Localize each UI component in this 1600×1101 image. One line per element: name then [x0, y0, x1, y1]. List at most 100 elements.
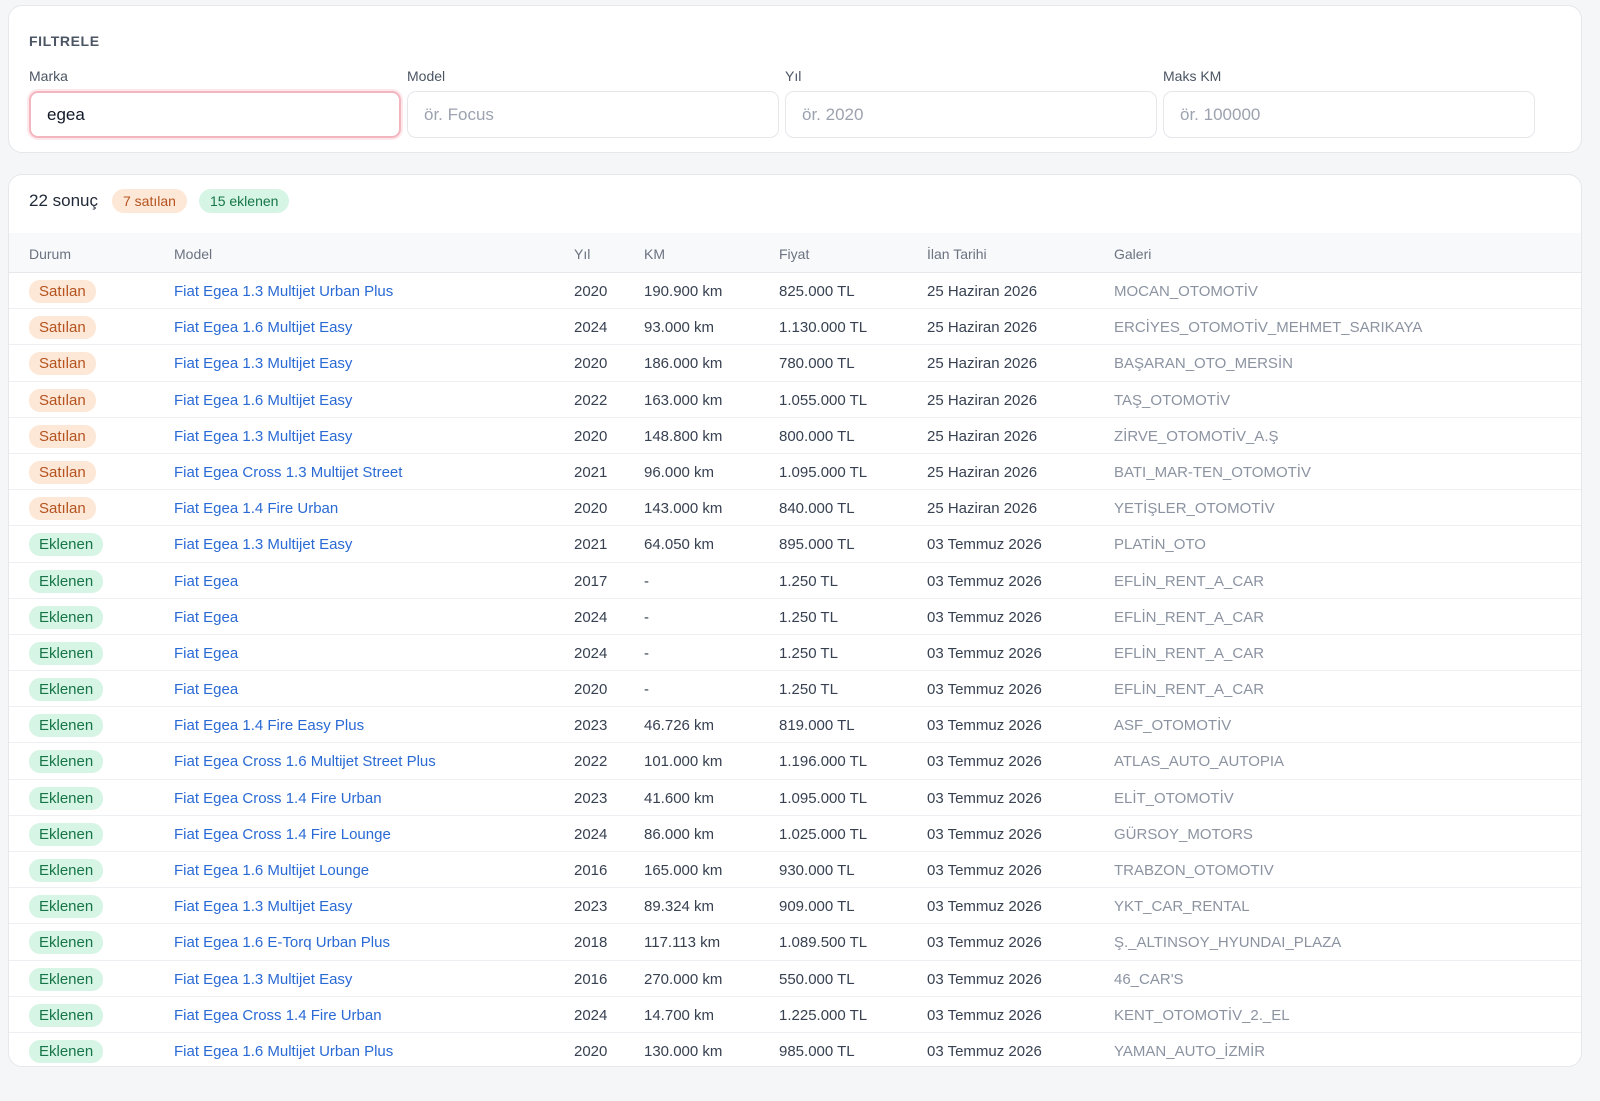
listing-date-cell: 03 Temmuz 2026 — [927, 753, 1042, 771]
year-input[interactable] — [785, 91, 1157, 138]
year-cell: 2024 — [574, 1006, 608, 1024]
model-link[interactable]: Fiat Egea Cross 1.3 Multijet Street — [174, 464, 402, 481]
model-label: Model — [407, 68, 446, 84]
year-cell: 2021 — [574, 463, 608, 481]
km-cell: 89.324 km — [644, 898, 715, 916]
gallery-cell: ZİRVE_OTOMOTİV_A.Ş — [1114, 427, 1279, 445]
gallery-cell: ASF_OTOMOTİV — [1114, 717, 1232, 735]
table-row: Eklenen Fiat Egea Cross 1.4 Fire Urban 202… — [9, 997, 1581, 1033]
listing-date-cell: 03 Temmuz 2026 — [927, 1006, 1042, 1024]
results-panel: 22 sonuç 7 satılan 15 eklenen Durum Mode… — [8, 174, 1582, 1067]
model-link[interactable]: Fiat Egea 1.6 Multijet Urban Plus — [174, 1043, 393, 1060]
price-cell: 1.250 TL — [779, 681, 838, 699]
year-cell: 2023 — [574, 717, 608, 735]
year-cell: 2023 — [574, 898, 608, 916]
gallery-cell: BAŞARAN_OTO_MERSİN — [1114, 355, 1293, 373]
column-header-gallery: Galeri — [1114, 246, 1152, 262]
model-link[interactable]: Fiat Egea 1.3 Multijet Easy — [174, 898, 352, 915]
model-input[interactable] — [407, 91, 779, 138]
listing-date-cell: 25 Haziran 2026 — [927, 283, 1038, 300]
model-link[interactable]: Fiat Egea — [174, 681, 238, 698]
year-cell: 2024 — [574, 825, 608, 843]
gallery-cell: MOCAN_OTOMOTİV — [1114, 283, 1258, 300]
model-link[interactable]: Fiat Egea 1.3 Multijet Easy — [174, 536, 352, 553]
model-link[interactable]: Fiat Egea 1.4 Fire Easy Plus — [174, 717, 364, 734]
year-cell: 2021 — [574, 536, 608, 554]
year-cell: 2020 — [574, 427, 608, 445]
model-link[interactable]: Fiat Egea 1.3 Multijet Easy — [174, 971, 352, 988]
model-link[interactable]: Fiat Egea Cross 1.4 Fire Urban — [174, 1007, 382, 1024]
price-cell: 1.089.500 TL — [779, 934, 868, 952]
table-row: Satılan Fiat Egea 1.3 Multijet Easy 2020 14… — [9, 418, 1581, 454]
km-cell: 46.726 km — [644, 717, 715, 735]
model-link[interactable]: Fiat Egea — [174, 645, 238, 662]
price-cell: 1.250 TL — [779, 608, 838, 626]
model-link[interactable]: Fiat Egea Cross 1.4 Fire Urban — [174, 790, 382, 807]
model-link[interactable]: Fiat Egea 1.3 Multijet Easy — [174, 428, 352, 445]
column-header-status: Durum — [29, 246, 72, 262]
status-badge: Satılan — [29, 460, 96, 484]
gallery-cell: ATLAS_AUTO_AUTOPIA — [1114, 753, 1285, 771]
km-cell: 41.600 km — [644, 789, 715, 807]
gallery-cell: YKT_CAR_RENTAL — [1114, 898, 1250, 916]
gallery-cell: ELİT_OTOMOTİV — [1114, 789, 1234, 807]
listing-date-cell: 03 Temmuz 2026 — [927, 825, 1042, 843]
price-cell: 1.095.000 TL — [779, 463, 868, 481]
model-link[interactable]: Fiat Egea 1.3 Multijet Urban Plus — [174, 283, 393, 300]
table-row: Eklenen Fiat Egea 2020 - 1.250 TL 03 Temmuz 2… — [9, 671, 1581, 708]
table-row: Satılan Fiat Egea Cross 1.3 Multijet Stre… — [9, 454, 1581, 491]
year-cell: 2016 — [574, 862, 608, 879]
price-cell: 825.000 TL — [779, 283, 855, 300]
year-cell: 2024 — [574, 608, 608, 626]
model-link[interactable]: Fiat Egea 1.6 Multijet Lounge — [174, 862, 369, 879]
gallery-cell: YETİŞLER_OTOMOTİV — [1114, 500, 1275, 518]
price-cell: 930.000 TL — [779, 862, 855, 879]
model-link[interactable]: Fiat Egea 1.4 Fire Urban — [174, 500, 338, 517]
model-link[interactable]: Fiat Egea — [174, 609, 238, 626]
listing-date-cell: 03 Temmuz 2026 — [927, 1042, 1042, 1060]
table-row: Eklenen Fiat Egea 1.3 Multijet Easy 2016 27… — [9, 961, 1581, 997]
table-header: Durum Model Yıl KM Fiyat İlan Tarihi Gal… — [9, 233, 1581, 273]
year-cell: 2022 — [574, 391, 608, 409]
price-cell: 1.196.000 TL — [779, 753, 868, 771]
brand-input[interactable] — [29, 91, 401, 138]
km-cell: 117.113 km — [644, 934, 721, 952]
table-row: Eklenen Fiat Egea 1.3 Multijet Easy 2021 64… — [9, 526, 1581, 563]
model-link[interactable]: Fiat Egea 1.6 E-Torq Urban Plus — [174, 934, 390, 951]
year-cell: 2023 — [574, 789, 608, 807]
status-badge: Satılan — [29, 424, 96, 448]
gallery-cell: Ş._ALTINSOY_HYUNDAI_PLAZA — [1114, 934, 1342, 952]
status-badge: Eklenen — [29, 750, 104, 774]
status-badge: Eklenen — [29, 533, 104, 557]
table-row: Eklenen Fiat Egea 1.6 Multijet Urban Plus… — [9, 1033, 1581, 1066]
model-link[interactable]: Fiat Egea 1.6 Multijet Easy — [174, 319, 352, 336]
status-badge: Satılan — [29, 388, 96, 412]
column-header-km: KM — [644, 246, 665, 262]
table-row: Eklenen Fiat Egea 1.6 E-Torq Urban Plus 20… — [9, 924, 1581, 961]
model-link[interactable]: Fiat Egea 1.3 Multijet Easy — [174, 355, 352, 372]
model-link[interactable]: Fiat Egea — [174, 573, 238, 590]
listing-date-cell: 03 Temmuz 2026 — [927, 789, 1042, 807]
listing-date-cell: 25 Haziran 2026 — [927, 500, 1038, 518]
model-link[interactable]: Fiat Egea Cross 1.6 Multijet Street Plus — [174, 753, 436, 770]
status-badge: Satılan — [29, 316, 96, 340]
km-cell: 96.000 km — [644, 463, 715, 481]
km-cell: - — [644, 644, 649, 662]
gallery-cell: ERCİYES_OTOMOTİV_MEHMET_SARIKAYA — [1114, 319, 1423, 337]
price-cell: 550.000 TL — [779, 970, 855, 988]
year-field-group: Yıl — [785, 68, 1157, 138]
price-cell: 840.000 TL — [779, 500, 855, 518]
listing-date-cell: 03 Temmuz 2026 — [927, 572, 1042, 590]
year-cell: 2020 — [574, 283, 608, 300]
status-badge: Eklenen — [29, 1003, 104, 1027]
km-cell: 101.000 km — [644, 753, 723, 771]
gallery-cell: PLATİN_OTO — [1114, 536, 1206, 554]
model-link[interactable]: Fiat Egea Cross 1.4 Fire Lounge — [174, 826, 391, 843]
table-row: Eklenen Fiat Egea 1.3 Multijet Easy 2023 89… — [9, 888, 1581, 925]
year-cell: 2020 — [574, 355, 608, 373]
listing-date-cell: 03 Temmuz 2026 — [927, 717, 1042, 735]
km-cell: - — [644, 608, 649, 626]
price-cell: 1.250 TL — [779, 644, 838, 662]
max-km-input[interactable] — [1163, 91, 1535, 138]
model-link[interactable]: Fiat Egea 1.6 Multijet Easy — [174, 392, 352, 409]
